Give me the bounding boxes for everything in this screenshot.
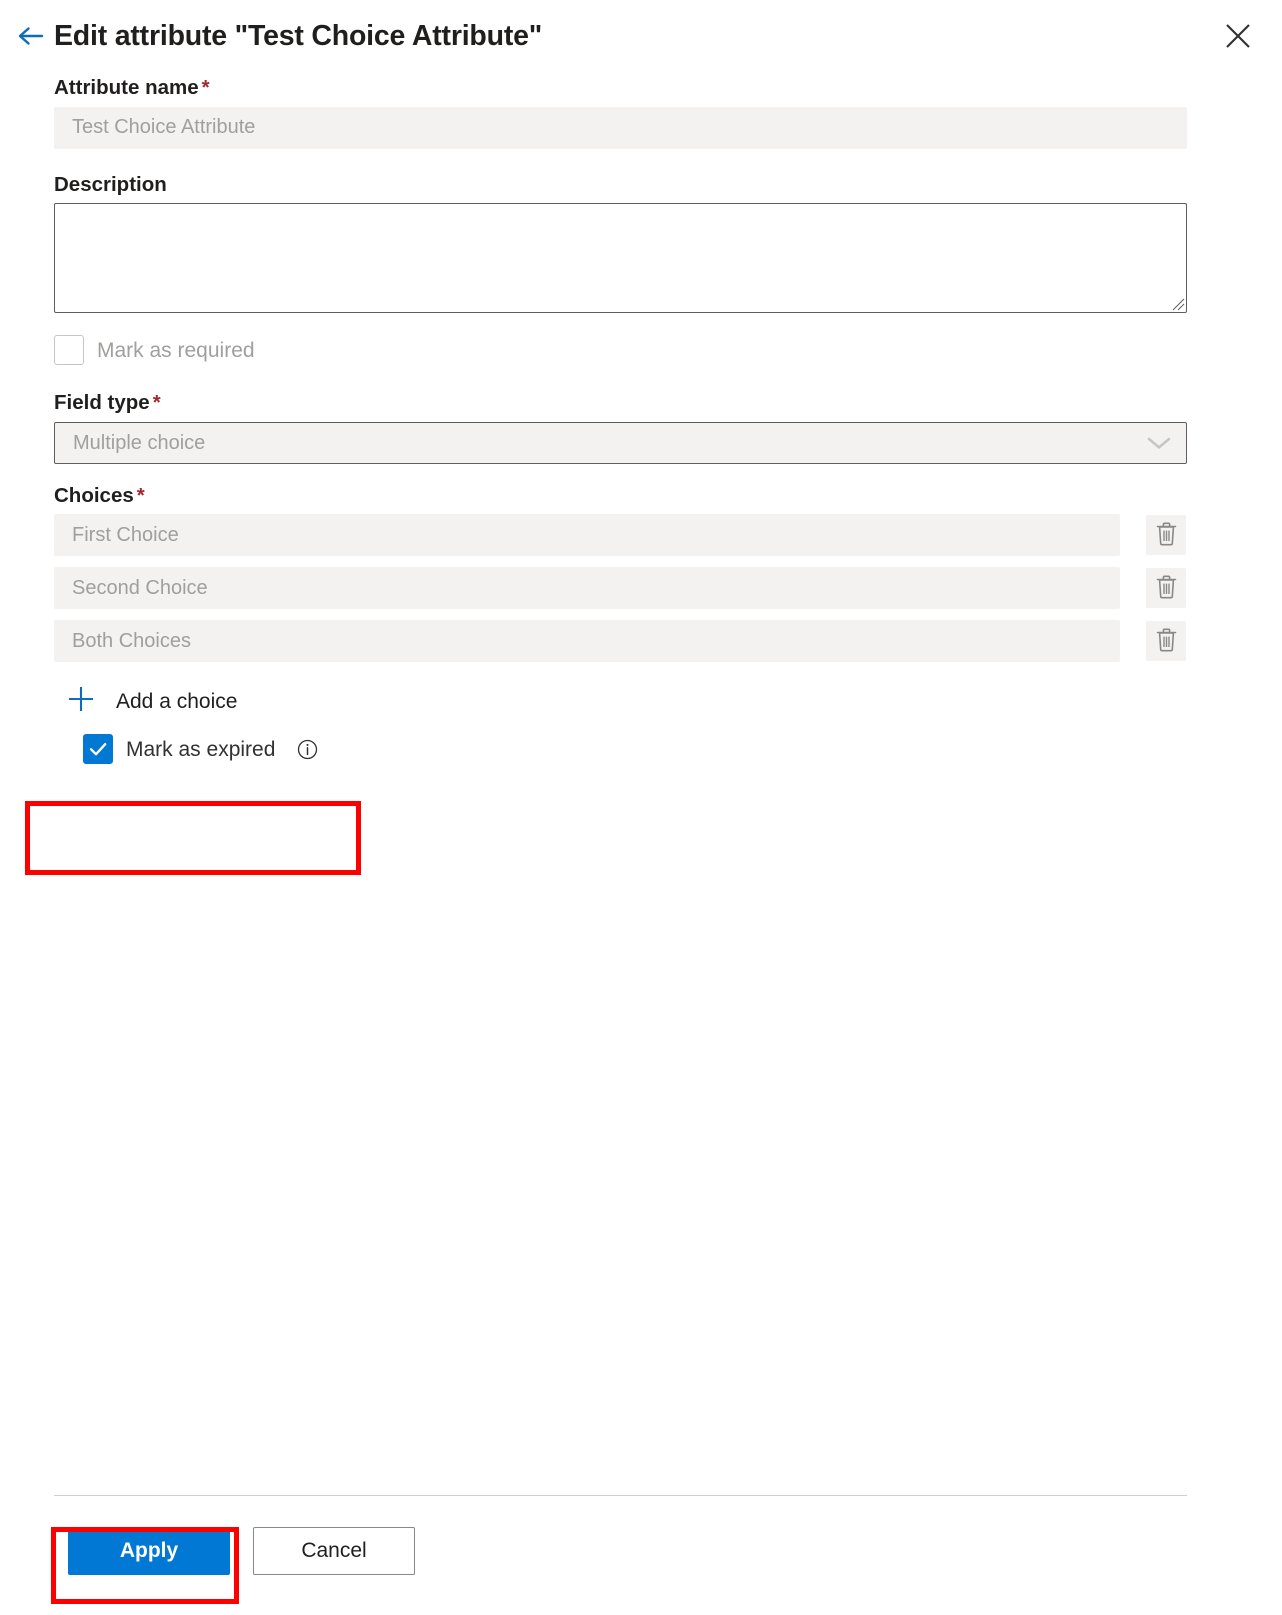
delete-choice-button-2[interactable] (1146, 568, 1186, 609)
trash-icon (1155, 627, 1178, 656)
trash-icon (1155, 574, 1178, 603)
panel-header: Edit attribute "Test Choice Attribute" (0, 0, 1282, 62)
choices-label: Choices * (54, 484, 1187, 508)
field-type-selected-value: Multiple choice (73, 431, 206, 454)
mark-as-expired-row[interactable]: Mark as expired (83, 734, 1187, 765)
choice-input-2[interactable] (54, 567, 1120, 610)
chevron-down-icon (1146, 435, 1172, 451)
choice-row (54, 567, 1187, 610)
footer-button-row: Apply Cancel (68, 1527, 1187, 1575)
attribute-name-input[interactable] (54, 106, 1187, 149)
description-textarea[interactable] (54, 203, 1187, 314)
apply-button[interactable]: Apply (68, 1527, 230, 1575)
choices-label-text: Choices (54, 483, 134, 507)
attribute-name-label-text: Attribute name (54, 76, 199, 99)
choice-input-1[interactable] (54, 514, 1120, 557)
close-icon[interactable] (1218, 16, 1258, 56)
panel-body: Attribute name* Description Mark as requ… (0, 62, 1282, 1495)
delete-choice-button-1[interactable] (1146, 515, 1186, 556)
attribute-name-label: Attribute name * (54, 76, 1187, 100)
plus-icon (66, 684, 96, 719)
cancel-button[interactable]: Cancel (253, 1527, 415, 1575)
delete-choice-button-3[interactable] (1146, 621, 1186, 662)
description-field-wrapper (54, 203, 1187, 314)
add-a-choice-label: Add a choice (116, 690, 238, 714)
info-icon[interactable] (297, 739, 318, 760)
required-asterisk: * (136, 483, 145, 507)
field-type-label: Field type * (54, 391, 1187, 415)
choice-input-3[interactable] (54, 620, 1120, 663)
mark-as-required-row[interactable]: Mark as required (54, 335, 1187, 366)
add-a-choice-button[interactable]: Add a choice (66, 684, 237, 719)
required-asterisk: * (152, 391, 161, 415)
mark-as-required-label: Mark as required (97, 338, 255, 362)
footer-divider (54, 1495, 1187, 1496)
choice-row (54, 514, 1187, 557)
required-asterisk: * (201, 76, 210, 99)
mark-as-required-checkbox[interactable] (54, 335, 84, 366)
mark-as-expired-checkbox[interactable] (83, 734, 113, 765)
back-arrow-icon[interactable] (14, 19, 48, 53)
choice-row (54, 620, 1187, 663)
trash-icon (1155, 521, 1178, 550)
field-type-dropdown[interactable]: Multiple choice (54, 421, 1187, 464)
page-title: Edit attribute "Test Choice Attribute" (54, 19, 543, 52)
description-label: Description (54, 172, 167, 196)
mark-as-expired-label: Mark as expired (126, 737, 276, 761)
field-type-label-text: Field type (54, 391, 150, 415)
panel-footer: Apply Cancel (0, 1495, 1282, 1615)
edit-attribute-panel: Edit attribute "Test Choice Attribute" A… (0, 0, 1282, 1615)
